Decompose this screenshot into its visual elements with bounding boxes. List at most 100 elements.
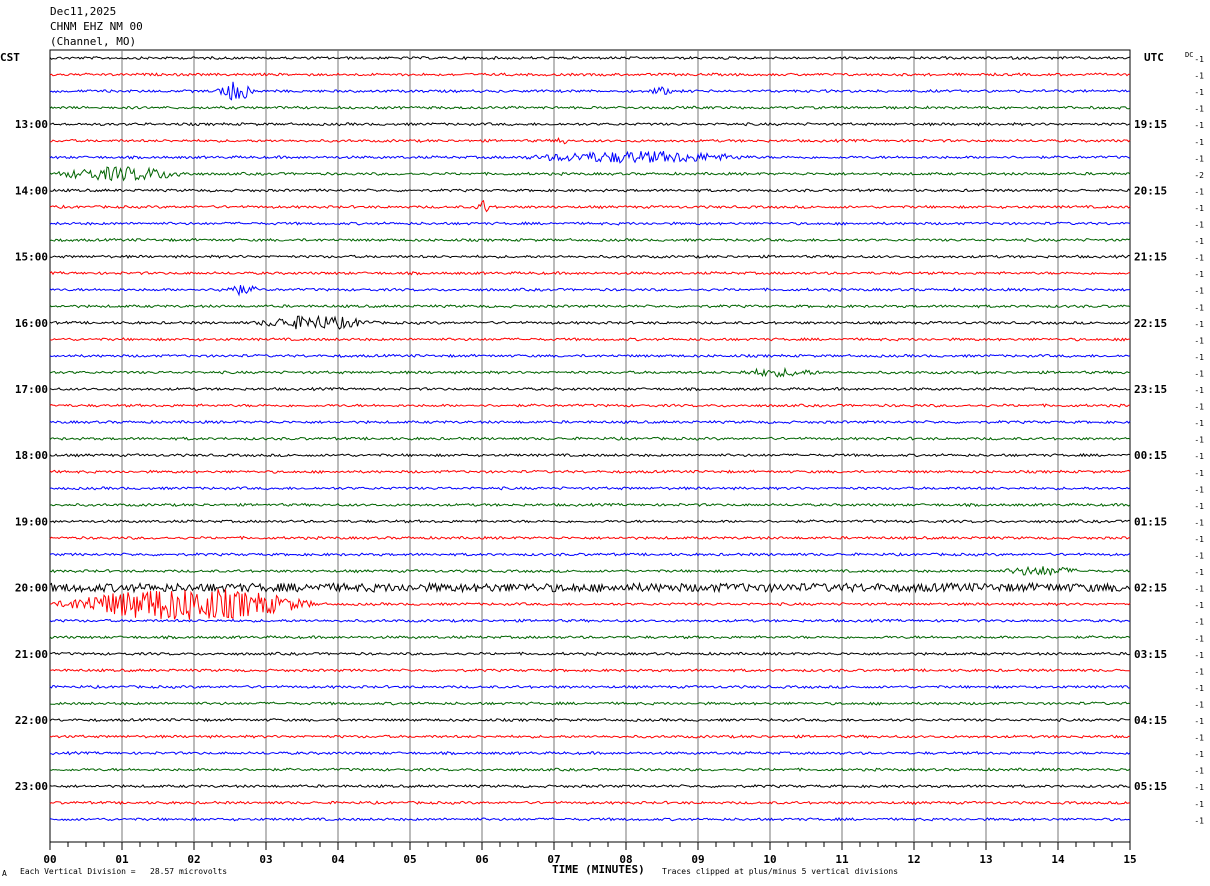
left-hour-label: 19:00 bbox=[15, 515, 48, 528]
left-hour-label: 16:00 bbox=[15, 317, 48, 330]
seismic-trace bbox=[49, 701, 1131, 706]
trace-offset-label: -1 bbox=[1194, 485, 1204, 494]
trace-offset-label: -1 bbox=[1194, 452, 1204, 461]
right-hour-label: 22:15 bbox=[1134, 317, 1167, 330]
trace-offset-label: -1 bbox=[1194, 419, 1204, 428]
left-timezone-label: CST bbox=[0, 51, 20, 64]
trace-offset-label: -1 bbox=[1194, 700, 1204, 709]
trace-offset-label: -1 bbox=[1194, 651, 1204, 660]
seismogram-chart: 00 01 02 03 04 05 06 07 08 09 10 11 12 13 14 15CST UTC DC… bbox=[0, 49, 1204, 866]
seismic-trace bbox=[49, 72, 1131, 77]
scale-header-label: DC bbox=[1185, 51, 1193, 59]
seismic-trace bbox=[49, 581, 1131, 594]
left-hour-label: 18:00 bbox=[15, 449, 48, 462]
trace-offset-label: -1 bbox=[1194, 518, 1204, 527]
seismic-trace bbox=[49, 221, 1131, 226]
left-hour-label: 22:00 bbox=[15, 714, 48, 727]
x-axis-title: TIME (MINUTES) bbox=[552, 863, 645, 876]
trace-offset-label: -1 bbox=[1194, 154, 1204, 163]
right-hour-label: 02:15 bbox=[1134, 582, 1167, 595]
x-tick-label: 03 bbox=[259, 853, 272, 866]
seismic-trace bbox=[49, 366, 1131, 378]
trace-offset-label: -1 bbox=[1194, 121, 1204, 130]
trace-offset-label: -1 bbox=[1194, 552, 1204, 561]
trace-offset-label: -1 bbox=[1194, 783, 1204, 792]
x-tick-label: 04 bbox=[331, 853, 345, 866]
seismic-trace bbox=[49, 651, 1131, 656]
seismic-trace bbox=[49, 254, 1131, 259]
seismic-trace bbox=[49, 81, 1131, 101]
trace-offset-label: -1 bbox=[1194, 138, 1204, 147]
left-hour-label: 15:00 bbox=[15, 251, 48, 264]
right-hour-label: 04:15 bbox=[1134, 714, 1167, 727]
trace-offset-label: -1 bbox=[1194, 667, 1204, 676]
seismic-trace bbox=[49, 150, 1131, 164]
seismic-trace bbox=[49, 502, 1131, 508]
seismic-trace bbox=[49, 121, 1131, 127]
trace-offset-label: -1 bbox=[1194, 717, 1204, 726]
seismic-trace bbox=[49, 403, 1131, 408]
left-hour-label: 20:00 bbox=[15, 582, 48, 595]
trace-offset-label: -1 bbox=[1194, 237, 1204, 246]
seismic-trace bbox=[49, 469, 1131, 475]
left-hour-label: 17:00 bbox=[15, 383, 48, 396]
seismic-trace bbox=[49, 436, 1131, 441]
trace-offset-label: -1 bbox=[1194, 816, 1204, 825]
trace-offset-label: -1 bbox=[1194, 535, 1204, 544]
seismic-trace bbox=[49, 353, 1131, 359]
seismic-trace bbox=[49, 270, 1131, 276]
clip-note: Traces clipped at plus/minus 5 vertical … bbox=[662, 867, 899, 876]
trace-offset-label: -1 bbox=[1194, 221, 1204, 230]
trace-offset-label: -1 bbox=[1194, 601, 1204, 610]
trace-offset-label: -1 bbox=[1194, 270, 1204, 279]
seismic-trace bbox=[49, 419, 1131, 425]
trace-offset-label: -2 bbox=[1194, 171, 1204, 180]
seismic-trace bbox=[49, 337, 1130, 342]
trace-offset-label: -1 bbox=[1194, 684, 1204, 693]
footer-mark: A bbox=[2, 869, 7, 878]
seismic-trace bbox=[49, 800, 1131, 806]
left-hour-label: 13:00 bbox=[15, 118, 48, 131]
trace-offset-label: -1 bbox=[1194, 336, 1204, 345]
trace-offset-label: -1 bbox=[1194, 750, 1204, 759]
right-hour-label: 01:15 bbox=[1134, 515, 1167, 528]
trace-offset-label: -1 bbox=[1194, 585, 1204, 594]
right-hour-label: 23:15 bbox=[1134, 383, 1167, 396]
right-hour-label: 05:15 bbox=[1134, 780, 1167, 793]
right-hour-label: 21:15 bbox=[1134, 251, 1167, 264]
seismic-trace bbox=[49, 486, 1131, 491]
left-hour-label: 14:00 bbox=[15, 184, 48, 197]
seismic-trace bbox=[49, 816, 1131, 822]
trace-offset-label: -1 bbox=[1194, 88, 1204, 97]
seismic-trace bbox=[49, 55, 1131, 61]
trace-offset-label: -1 bbox=[1194, 403, 1204, 412]
left-hour-label: 21:00 bbox=[15, 648, 48, 661]
seismic-trace bbox=[49, 717, 1131, 723]
trace-offset-label: -1 bbox=[1194, 502, 1204, 511]
right-hour-label: 03:15 bbox=[1134, 648, 1167, 661]
seismic-trace bbox=[49, 552, 1131, 557]
seismic-trace bbox=[49, 668, 1131, 673]
trace-offset-label: -1 bbox=[1194, 800, 1204, 809]
trace-offset-label: -1 bbox=[1194, 369, 1204, 378]
trace-offset-label: -1 bbox=[1194, 767, 1204, 776]
seismic-trace bbox=[49, 188, 1131, 193]
x-tick-label: 06 bbox=[475, 853, 489, 866]
x-tick-label: 02 bbox=[187, 853, 200, 866]
x-tick-label: 01 bbox=[115, 853, 129, 866]
trace-offset-label: -1 bbox=[1194, 72, 1204, 81]
trace-offset-label: -1 bbox=[1194, 105, 1204, 114]
seismic-trace bbox=[49, 284, 1131, 297]
seismic-trace bbox=[49, 588, 1131, 620]
seismic-trace bbox=[49, 199, 1131, 213]
x-tick-label: 14 bbox=[1051, 853, 1065, 866]
trace-offset-label: -1 bbox=[1194, 386, 1204, 395]
x-tick-label: 11 bbox=[835, 853, 849, 866]
seismic-trace bbox=[49, 635, 1131, 640]
trace-offset-label: -1 bbox=[1194, 187, 1204, 196]
trace-offset-label: -1 bbox=[1194, 287, 1204, 296]
seismic-trace bbox=[49, 783, 1131, 789]
seismic-trace bbox=[49, 452, 1131, 458]
x-tick-label: 12 bbox=[907, 853, 920, 866]
trace-offset-label: -1 bbox=[1194, 469, 1204, 478]
